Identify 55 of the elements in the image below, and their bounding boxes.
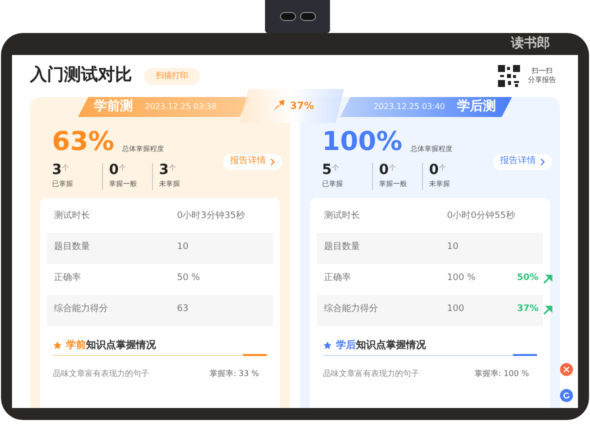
close-button[interactable] [560,363,573,376]
change-percent: 50% [517,272,539,286]
star-icon [323,340,332,350]
brand-logo: 读书郎 [511,34,550,54]
camera-drawing [265,0,330,33]
metric-value: 50 % [177,272,201,286]
scan-print-button[interactable]: 扫描打印 [144,68,200,84]
section-title: 学后知识点掌握情况 [336,338,426,352]
mastery-rate: 掌握率: 33 % [209,368,259,380]
metric-label: 综合能力得分 [324,303,379,316]
metric-value: 0小时3分钟35秒 [177,210,246,224]
metric-value: 63 [177,303,190,316]
close-icon [563,366,570,373]
section-title: 学前知识点掌握情况 [66,338,156,352]
count-value: 3 [52,163,62,177]
metric-value: 100 % [447,272,477,286]
test-label: 学前测 [94,98,133,116]
count-value: 0 [379,163,389,177]
count-value: 3 [159,163,169,177]
metric-label: 正确率 [324,272,352,286]
change-percent: 37% [517,303,539,316]
refresh-icon [563,392,570,399]
page-title: 入门测试对比 [30,64,132,88]
chevron-right-icon [270,158,275,166]
mastery-percent: 63% [52,129,114,155]
chevron-right-icon [540,158,545,166]
metric-value: 10 [177,241,190,254]
count-value: 0 [109,163,119,177]
refresh-button[interactable] [560,389,573,402]
report-details-button[interactable]: 报告详情 [493,154,552,170]
metric-value: 100 [447,303,466,316]
star-icon [53,340,62,350]
metric-label: 题目数量 [54,241,91,254]
mastery-rate: 掌握率: 100 % [474,368,529,380]
metric-label: 测试时长 [324,210,361,224]
metric-label: 题目数量 [324,241,361,254]
count-value: 5 [322,163,332,177]
knowledge-point-name: 品味文章富有表现力的句子 [53,368,149,380]
metric-label: 正确率 [54,272,82,286]
report-details-button[interactable]: 报告详情 [223,154,282,170]
metric-value: 10 [447,241,460,254]
metric-label: 测试时长 [54,210,91,224]
up-arrow-icon [270,97,286,115]
up-arrow-icon [542,274,553,284]
mastery-percent: 100% [322,129,402,155]
up-arrow-icon [542,305,553,315]
metric-value: 0小时0分钟55秒 [447,210,516,224]
count-value: 0 [429,163,439,177]
test-date: 2023.12.25 03:38 [145,101,216,113]
improvement-percent: 37% [290,100,314,114]
knowledge-point-name: 品味文章富有表现力的句子 [323,368,419,380]
test-label: 学后测 [457,98,496,116]
metric-label: 综合能力得分 [54,303,109,316]
test-date: 2023.12.25 03:40 [374,101,445,113]
qr-code-icon[interactable] [498,65,520,87]
